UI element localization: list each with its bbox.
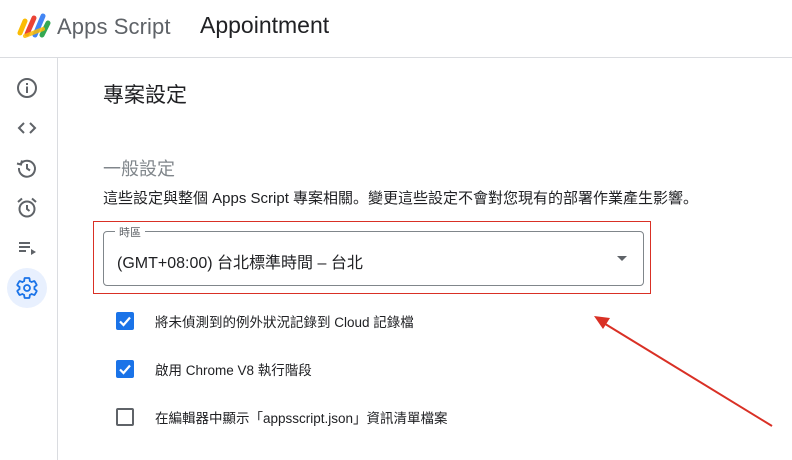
sidebar-item-executions[interactable] (7, 148, 47, 188)
sidebar (0, 58, 58, 460)
sidebar-item-editor[interactable] (7, 108, 47, 148)
apps-script-logo[interactable] (17, 13, 51, 39)
sidebar-item-executions-list[interactable] (7, 228, 47, 268)
history-icon (16, 159, 36, 178)
sidebar-item-project-settings[interactable] (7, 268, 47, 308)
code-icon (17, 122, 37, 134)
section-description: 這些設定與整個 Apps Script 專案相關。變更這些設定不會對您現有的部署… (103, 190, 699, 207)
page-title: 專案設定 (103, 84, 187, 107)
option-label: 在編輯器中顯示「appsscript.json」資訊清單檔案 (155, 411, 448, 426)
app-name: Apps Script (57, 14, 171, 39)
option-show-manifest[interactable]: 在編輯器中顯示「appsscript.json」資訊清單檔案 (116, 407, 448, 427)
sidebar-item-overview[interactable] (7, 68, 47, 108)
checkbox-unchecked-icon[interactable] (116, 408, 134, 426)
section-title: 一般設定 (103, 159, 175, 179)
project-title[interactable]: Appointment (200, 12, 329, 39)
option-log-exceptions[interactable]: 將未偵測到的例外狀況記錄到 Cloud 記錄檔 (116, 311, 414, 331)
option-label: 啟用 Chrome V8 執行階段 (155, 363, 312, 378)
playlist-play-icon (19, 242, 36, 255)
option-label: 將未偵測到的例外狀況記錄到 Cloud 記錄檔 (155, 315, 414, 330)
checkbox-checked-icon[interactable] (116, 360, 134, 378)
info-icon (17, 78, 37, 98)
option-enable-v8[interactable]: 啟用 Chrome V8 執行階段 (116, 359, 312, 379)
timezone-value: (GMT+08:00) 台北標準時間 – 台北 (117, 255, 363, 272)
sidebar-item-triggers[interactable] (7, 188, 47, 228)
timezone-select[interactable]: 時區 (GMT+08:00) 台北標準時間 – 台北 (103, 224, 644, 286)
timezone-label: 時區 (115, 224, 145, 240)
alarm-icon (17, 197, 37, 218)
app-header: Apps Script Appointment (0, 0, 792, 58)
dropdown-arrow-icon (617, 256, 627, 261)
checkbox-checked-icon[interactable] (116, 312, 134, 330)
gear-icon (16, 277, 38, 299)
